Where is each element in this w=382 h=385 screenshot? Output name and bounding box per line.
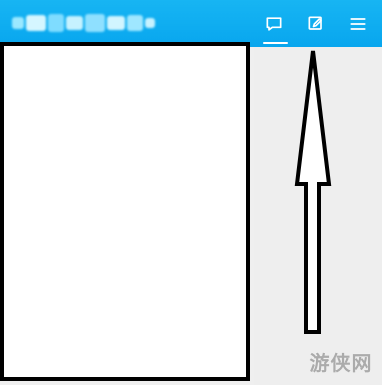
chat-icon xyxy=(264,14,284,34)
menu-button[interactable] xyxy=(346,12,370,36)
blurred-title xyxy=(4,10,156,35)
app-screen: 游侠网 xyxy=(0,0,382,385)
chat-button[interactable] xyxy=(262,12,286,36)
right-background xyxy=(254,47,382,385)
top-bar xyxy=(0,0,382,47)
menu-icon xyxy=(348,14,368,34)
watermark: 游侠网 xyxy=(309,352,373,375)
active-tab-indicator xyxy=(263,42,288,44)
content-panel xyxy=(0,42,250,381)
top-bar-icons xyxy=(262,12,370,36)
edit-icon xyxy=(306,14,326,34)
edit-button[interactable] xyxy=(304,12,328,36)
